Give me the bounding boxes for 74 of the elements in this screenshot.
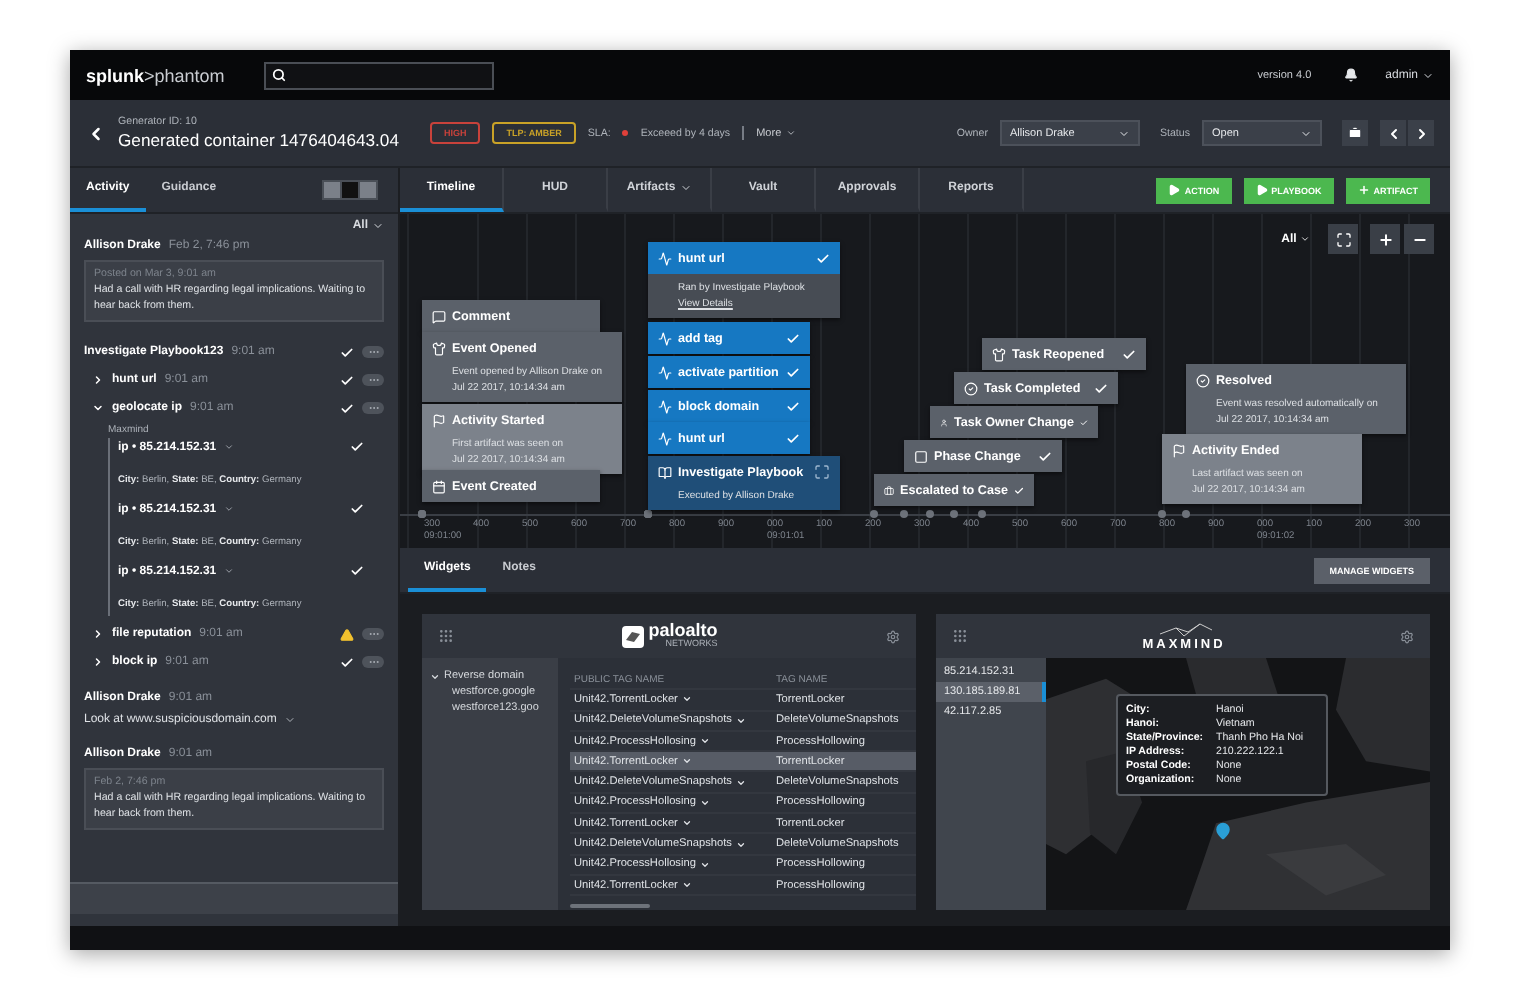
pulse-icon <box>658 331 672 345</box>
chevron-right-icon <box>1413 125 1429 141</box>
next-button[interactable] <box>1408 120 1434 146</box>
flag-icon <box>432 413 446 427</box>
settings-icon[interactable] <box>1400 629 1414 643</box>
check-circle-icon <box>964 381 978 395</box>
caret-icon <box>735 777 746 788</box>
axis-marker <box>978 510 986 518</box>
logo: splunk>phantom <box>86 65 227 85</box>
map-pin-icon <box>1214 822 1232 840</box>
settings-icon[interactable] <box>886 629 900 643</box>
plus-icon <box>1357 184 1370 196</box>
play-icon <box>1255 184 1268 196</box>
back-icon <box>86 123 106 143</box>
caret-icon <box>1300 234 1311 244</box>
layout-toggle-button[interactable] <box>342 182 358 198</box>
pulse-icon <box>658 251 672 265</box>
axis-marker <box>1182 510 1190 518</box>
status-dot <box>622 130 629 136</box>
expand-icon[interactable] <box>814 464 830 480</box>
briefcase-button[interactable] <box>1342 120 1368 146</box>
briefcase-icon <box>1348 126 1362 140</box>
bell-icon[interactable] <box>1343 68 1358 82</box>
axis-marker <box>1158 510 1166 518</box>
more-button[interactable] <box>362 374 384 386</box>
previous-button[interactable] <box>1380 120 1406 146</box>
speech-bubble-icon <box>432 309 446 323</box>
axis-marker <box>926 510 934 518</box>
layout-toggle-button[interactable] <box>360 182 376 198</box>
square-icon <box>914 449 928 463</box>
container-title: Generated container 1476404643.04 <box>118 130 401 150</box>
layout-toggle-button[interactable] <box>324 182 340 198</box>
axis-marker <box>900 510 908 518</box>
caret-icon <box>785 128 796 138</box>
chevron-left-icon <box>1385 125 1401 141</box>
search-icon <box>272 68 286 82</box>
caret-icon <box>1422 69 1434 81</box>
book-icon <box>658 465 672 479</box>
fullscreen-button[interactable] <box>1328 224 1358 254</box>
more-button[interactable] <box>362 402 384 414</box>
more-button[interactable] <box>362 628 384 640</box>
caret-icon <box>1300 127 1312 139</box>
plus-icon <box>1377 231 1393 247</box>
axis-marker <box>950 510 958 518</box>
caret-icon <box>681 694 692 705</box>
fullscreen-icon <box>1335 231 1351 247</box>
caret-icon <box>1117 127 1130 139</box>
zoom-in-button[interactable] <box>1370 224 1400 254</box>
more-button[interactable] <box>362 346 384 358</box>
search-field[interactable] <box>264 61 494 89</box>
briefcase-icon <box>884 483 895 497</box>
caret-icon <box>735 715 746 726</box>
caret-icon <box>679 182 692 194</box>
drag-handle-icon[interactable] <box>952 628 968 644</box>
logo-text: paloalto <box>648 622 718 641</box>
flag-icon <box>1172 443 1186 457</box>
pulse-icon <box>658 399 672 413</box>
shirt-icon <box>432 341 446 355</box>
pulse-icon <box>658 431 672 445</box>
axis-marker <box>870 510 878 518</box>
logo-icon <box>622 625 645 647</box>
calendar-icon <box>432 479 446 493</box>
caret-icon <box>735 839 746 850</box>
more-button[interactable] <box>362 656 384 668</box>
play-icon <box>1168 184 1181 196</box>
drag-handle-icon[interactable] <box>438 628 454 644</box>
caret-icon <box>372 220 384 232</box>
user-icon <box>940 415 948 429</box>
pulse-icon <box>658 365 672 379</box>
shirt-icon <box>992 347 1006 361</box>
check-circle-icon <box>1196 373 1210 387</box>
comment-input[interactable] <box>70 882 398 914</box>
zoom-out-button[interactable] <box>1404 224 1434 254</box>
scrollbar-thumb <box>570 904 650 908</box>
